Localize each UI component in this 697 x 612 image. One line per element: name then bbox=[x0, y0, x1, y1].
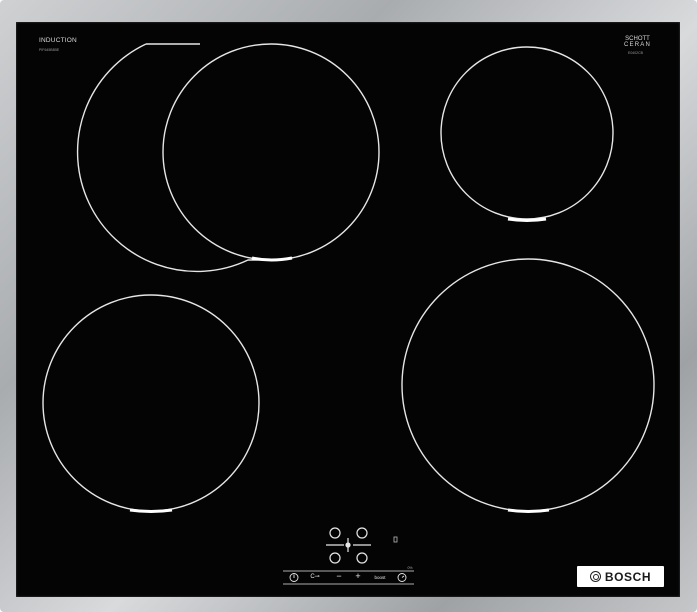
boost-button[interactable]: boost bbox=[369, 573, 391, 582]
glass-code-label: E0402CB bbox=[628, 51, 643, 55]
front-left-large-zone[interactable] bbox=[162, 43, 380, 261]
power-icon[interactable] bbox=[289, 573, 299, 582]
plus-button[interactable]: + bbox=[352, 572, 364, 581]
model-label: PIF645BB5E bbox=[39, 48, 60, 52]
small-mark: 0% bbox=[407, 566, 413, 570]
child-lock-icon: C⊸ bbox=[310, 574, 320, 580]
zone-indicator-bottom-right bbox=[507, 508, 550, 513]
cooking-zones bbox=[42, 43, 655, 585]
front-left-zone[interactable] bbox=[42, 294, 260, 512]
rear-right-small-zone[interactable] bbox=[440, 46, 614, 220]
zone-indicator-bottom-left bbox=[129, 508, 173, 513]
induction-label: INDUCTION bbox=[39, 37, 77, 44]
boost-label: boost bbox=[374, 575, 386, 580]
minus-button[interactable]: − bbox=[333, 572, 345, 581]
child-lock-button[interactable]: C⊸ bbox=[309, 573, 321, 582]
timer-icon[interactable] bbox=[397, 573, 407, 582]
brand-name: BOSCH bbox=[604, 569, 652, 584]
zone-indicator-top-right bbox=[507, 217, 547, 222]
front-right-large-zone[interactable] bbox=[401, 258, 655, 512]
zone-selector-icon[interactable] bbox=[326, 527, 371, 564]
flex-zone-outline[interactable] bbox=[76, 43, 275, 273]
glass-brand-label: SCHOTT CERAN bbox=[624, 36, 651, 48]
glass-brand-line2: CERAN bbox=[624, 42, 652, 48]
zone-indicator-top-left bbox=[251, 256, 293, 262]
brand-plate: BOSCH bbox=[577, 566, 664, 587]
bosch-logo-icon bbox=[589, 571, 601, 582]
indicator-dot bbox=[393, 536, 398, 543]
